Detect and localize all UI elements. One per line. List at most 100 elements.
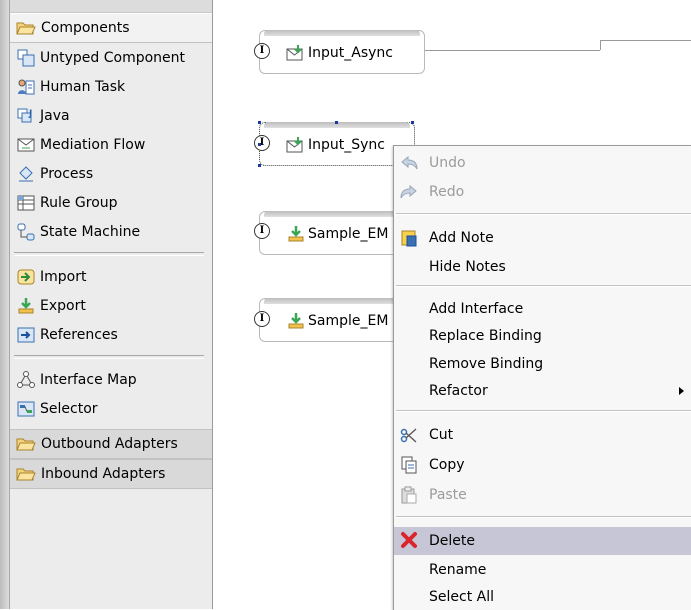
drawer-label: Outbound Adapters (41, 436, 178, 452)
palette-item-import[interactable]: Import (10, 262, 212, 291)
palette-item-export[interactable]: Export (10, 291, 212, 320)
palette-item-label: Selector (40, 400, 98, 417)
folder-icon (16, 465, 36, 483)
interface-icon[interactable]: I (254, 135, 270, 151)
wire[interactable] (600, 40, 691, 41)
menu-item-label: Rename (429, 562, 487, 578)
node-label: Sample_EM (308, 313, 389, 329)
menu-item-label: Refactor (429, 383, 488, 399)
menu-item-label: Remove Binding (429, 356, 544, 372)
export-icon (286, 225, 306, 243)
menu-item-copy[interactable]: Copy (394, 452, 691, 478)
export-node-sample-em-2[interactable]: Sample_EM (259, 298, 411, 342)
node-cap (264, 30, 420, 36)
menu-item-label: Redo (429, 184, 465, 200)
palette-item-references[interactable]: References (10, 320, 212, 349)
interface-icon[interactable]: I (254, 311, 270, 327)
palette-item-label: Process (40, 165, 94, 182)
palette-item-label: Interface Map (40, 371, 137, 388)
palette-edge (0, 0, 10, 609)
drawer-label: Inbound Adapters (41, 466, 166, 482)
palette-item-untyped-component[interactable]: Untyped Component (10, 43, 212, 72)
paste-icon (399, 486, 419, 504)
palette-item-mediation-flow[interactable]: Mediation Flow (10, 130, 212, 159)
selection-handle[interactable] (258, 164, 261, 167)
folder-icon (16, 435, 36, 453)
selection-handle[interactable] (258, 121, 261, 124)
export-node-input-async[interactable]: Input_Async (259, 30, 425, 74)
menu-item-label: Hide Notes (429, 259, 506, 275)
menu-separator (396, 213, 691, 215)
palette-item-label: Mediation Flow (40, 136, 146, 153)
menu-item-label: Undo (429, 155, 466, 171)
menu-item-rename[interactable]: Rename (394, 557, 691, 583)
node-label: Sample_EM (308, 226, 389, 242)
selector-icon (16, 400, 36, 418)
export-node-sample-em-1[interactable]: Sample_EM (259, 211, 411, 255)
mediation-export-icon (286, 44, 306, 62)
palette-separator (14, 252, 204, 256)
note-icon (399, 229, 419, 247)
redo-icon (399, 183, 419, 201)
selection-handle[interactable] (258, 143, 261, 146)
drawer-outbound-adapters[interactable]: Outbound Adapters (10, 429, 212, 459)
selection-handle[interactable] (411, 121, 414, 124)
menu-item-label: Add Note (429, 230, 494, 246)
drawer-label: Components (41, 20, 130, 36)
menu-item-paste[interactable]: Paste (394, 482, 691, 508)
interface-icon[interactable]: I (254, 223, 270, 239)
menu-item-label: Copy (429, 457, 465, 473)
palette-top-bar (10, 0, 212, 13)
menu-item-redo[interactable]: Redo (394, 179, 691, 205)
palette-item-selector[interactable]: Selector (10, 394, 212, 423)
mediation-export-icon (286, 136, 306, 154)
menu-item-label: Select All (429, 589, 494, 605)
palette-item-state-machine[interactable]: State Machine (10, 217, 212, 246)
palette-item-label: References (40, 326, 118, 343)
menu-item-refactor[interactable]: Refactor (394, 378, 691, 404)
interface-icon[interactable]: I (254, 43, 270, 59)
palette-item-process[interactable]: Process (10, 159, 212, 188)
palette-item-label: Java (40, 107, 70, 124)
palette: Components Untyped Component Human Task … (0, 0, 213, 609)
menu-item-select-all[interactable]: Select All (394, 584, 691, 610)
undo-icon (399, 154, 419, 172)
palette-item-label: Export (40, 297, 86, 314)
selection-handle[interactable] (335, 121, 338, 124)
open-folder-icon (16, 19, 36, 37)
wire[interactable] (418, 50, 600, 51)
palette-item-label: State Machine (40, 223, 141, 240)
menu-item-cut[interactable]: Cut (394, 422, 691, 448)
node-label: Input_Sync (308, 137, 385, 153)
menu-item-label: Add Interface (429, 301, 524, 317)
palette-item-interface-map[interactable]: Interface Map (10, 365, 212, 394)
java-icon: J (16, 107, 36, 125)
menu-item-add-note[interactable]: Add Note (394, 225, 691, 251)
context-menu: Undo Redo Add Note Hide Notes Add Interf… (393, 145, 691, 610)
mediation-flow-icon (16, 136, 36, 154)
delete-x-icon (399, 531, 419, 549)
node-label: Input_Async (308, 45, 393, 61)
menu-item-add-interface[interactable]: Add Interface (394, 296, 691, 322)
references-icon (16, 326, 36, 344)
palette-item-rule-group[interactable]: Rule Group (10, 188, 212, 217)
drawer-components[interactable]: Components (10, 13, 212, 43)
node-cap (264, 211, 406, 217)
menu-item-replace-binding[interactable]: Replace Binding (394, 323, 691, 349)
process-icon (16, 165, 36, 183)
copy-icon (399, 456, 419, 474)
palette-item-human-task[interactable]: Human Task (10, 72, 212, 101)
menu-item-label: Cut (429, 427, 454, 443)
export-node-input-sync[interactable]: Input_Sync (259, 122, 415, 166)
menu-item-undo[interactable]: Undo (394, 150, 691, 176)
menu-separator (396, 285, 691, 287)
drawer-inbound-adapters[interactable]: Inbound Adapters (10, 459, 212, 489)
palette-item-java[interactable]: J Java (10, 101, 212, 130)
palette-separator (14, 355, 204, 359)
menu-item-label: Replace Binding (429, 328, 542, 344)
menu-item-delete[interactable]: Delete (394, 527, 691, 555)
menu-item-hide-notes[interactable]: Hide Notes (394, 254, 691, 280)
submenu-arrow-icon (679, 387, 684, 395)
wire[interactable] (600, 40, 601, 50)
menu-item-remove-binding[interactable]: Remove Binding (394, 351, 691, 377)
